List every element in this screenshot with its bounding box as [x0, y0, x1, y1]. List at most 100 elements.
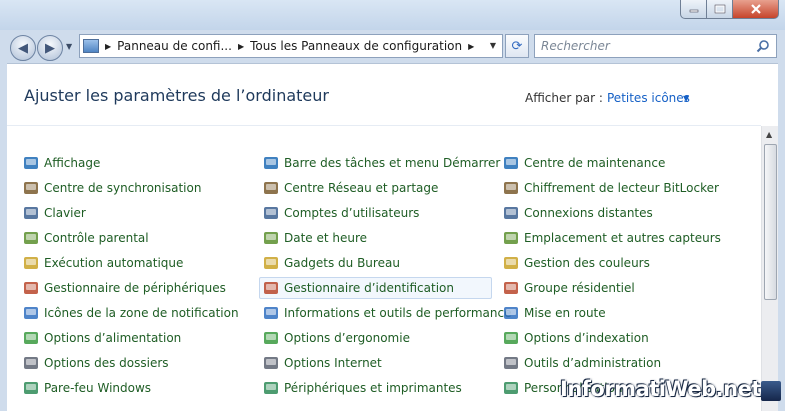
control-panel-item[interactable]: Outils d’administration [503, 352, 661, 374]
breadcrumb-chevron-icon[interactable]: ▶ [238, 42, 244, 51]
admin-tools-icon [503, 355, 519, 371]
control-panel-item[interactable]: Connexions distantes [503, 202, 653, 224]
forward-button[interactable]: ▶ [37, 35, 63, 61]
control-panel-item[interactable]: Options d’alimentation [23, 327, 181, 349]
keyboard-icon [23, 205, 39, 221]
control-panel-item[interactable]: Groupe résidentiel [503, 277, 635, 299]
content-pane: Ajuster les paramètres de l’ordinateur A… [7, 63, 778, 411]
close-button[interactable] [733, 0, 779, 19]
action-center-flag-icon [503, 155, 519, 171]
user-accounts-icon [263, 205, 279, 221]
color-management-icon [503, 255, 519, 271]
autoplay-icon [23, 255, 39, 271]
control-panel-item-label: Options d’alimentation [44, 331, 182, 345]
control-panel-item-label: Pare-feu Windows [44, 381, 152, 395]
control-panel-item[interactable]: Affichage [23, 152, 100, 174]
control-panel-item[interactable]: Centre de maintenance [503, 152, 665, 174]
control-panel-item[interactable]: Comptes d’utilisateurs [263, 202, 419, 224]
control-panel-item-label: Options des dossiers [44, 356, 169, 370]
parental-control-icon [23, 230, 39, 246]
refresh-button[interactable]: ⟳ [505, 34, 529, 58]
location-sensors-icon [503, 230, 519, 246]
control-panel-item[interactable]: Contrôle parental [23, 227, 149, 249]
personalization-icon [503, 380, 519, 396]
control-panel-item-label: Centre de synchronisation [44, 181, 202, 195]
back-arrow-icon: ◀ [18, 40, 28, 56]
control-panel-item-label: Contrôle parental [44, 231, 149, 245]
address-dropdown-icon[interactable]: ▼ [490, 41, 496, 50]
control-panel-item[interactable]: Gestionnaire d’identification [259, 277, 492, 299]
bitlocker-icon [503, 180, 519, 196]
control-panel-item-label: Groupe résidentiel [524, 281, 635, 295]
control-panel-item[interactable]: Gestionnaire de périphériques [23, 277, 226, 299]
window-controls [680, 0, 779, 19]
view-by-caret-icon[interactable]: ▼ [683, 94, 689, 103]
control-panel-item[interactable]: Chiffrement de lecteur BitLocker [503, 177, 719, 199]
control-panel-item-label: Date et heure [284, 231, 368, 245]
view-by-label: Afficher par : [525, 91, 603, 105]
minimize-button[interactable] [680, 0, 707, 19]
control-panel-item[interactable]: Options d’indexation [503, 327, 649, 349]
control-panel-item-label: Centre Réseau et partage [284, 181, 439, 195]
firewall-icon [23, 380, 39, 396]
breadcrumb-chevron-icon[interactable]: ▶ [468, 42, 474, 51]
date-time-icon [263, 230, 279, 246]
control-panel-item[interactable]: Clavier [23, 202, 86, 224]
back-button[interactable]: ◀ [10, 35, 36, 61]
control-panel-item-label: Emplacement et autres capteurs [524, 231, 721, 245]
search-input[interactable]: Rechercher [541, 39, 610, 53]
control-panel-item[interactable]: Informations et outils de performance [263, 302, 511, 324]
credential-manager-icon [263, 280, 279, 296]
control-panel-item[interactable]: Exécution automatique [23, 252, 183, 274]
ease-of-access-icon [263, 330, 279, 346]
control-panel-item[interactable]: Gestion des couleurs [503, 252, 650, 274]
network-center-icon [263, 180, 279, 196]
address-bar[interactable]: ▶ Panneau de confi... ▶ Tous les Panneau… [79, 34, 503, 58]
control-panel-item[interactable]: Centre Réseau et partage [263, 177, 438, 199]
breadcrumb-all-items[interactable]: Tous les Panneaux de configuration [250, 39, 462, 53]
sync-center-icon [23, 180, 39, 196]
scrollbar-thumb[interactable] [764, 144, 777, 300]
close-icon [750, 4, 761, 14]
control-panel-item[interactable]: Barre des tâches et menu Démarrer [263, 152, 500, 174]
control-panel-item[interactable]: Pare-feu Windows [23, 377, 151, 399]
header-divider [7, 125, 761, 126]
watermark: InformatiWeb.net [560, 377, 761, 401]
vertical-scrollbar[interactable]: ▲ [761, 126, 778, 411]
maximize-button[interactable] [707, 0, 733, 19]
scroll-up-icon[interactable]: ▲ [766, 130, 772, 139]
control-panel-item-label: Outils d’administration [524, 356, 662, 370]
notification-area-icon [23, 305, 39, 321]
indexing-icon [503, 330, 519, 346]
control-panel-item[interactable]: Options des dossiers [23, 352, 169, 374]
control-panel-item[interactable]: Gadgets du Bureau [263, 252, 400, 274]
control-panel-item[interactable]: Options Internet [263, 352, 382, 374]
control-panel-item-label: Affichage [44, 156, 101, 170]
display-icon [23, 155, 39, 171]
refresh-icon: ⟳ [511, 38, 523, 54]
internet-options-icon [263, 355, 279, 371]
control-panel-item[interactable]: Centre de synchronisation [23, 177, 201, 199]
watermark-logo-icon [761, 381, 781, 401]
forward-arrow-icon: ▶ [45, 40, 55, 56]
device-manager-icon [23, 280, 39, 296]
control-panel-item[interactable]: Date et heure [263, 227, 367, 249]
control-panel-item-label: Informations et outils de performance [284, 306, 512, 320]
control-panel-item[interactable]: Options d’ergonomie [263, 327, 410, 349]
control-panel-item-label: Connexions distantes [524, 206, 653, 220]
control-panel-item[interactable]: Périphériques et imprimantes [263, 377, 462, 399]
breadcrumb-control-panel[interactable]: Panneau de confi... [117, 39, 232, 53]
recent-pages-dropdown[interactable]: ▼ [66, 42, 72, 51]
printers-icon [263, 380, 279, 396]
view-by-dropdown[interactable]: Petites icônes [607, 91, 690, 105]
control-panel-item[interactable]: Mise en route [503, 302, 606, 324]
control-panel-item-label: Barre des tâches et menu Démarrer [284, 156, 501, 170]
search-icon[interactable] [756, 39, 770, 53]
control-panel-item[interactable]: Icônes de la zone de notification [23, 302, 239, 324]
control-panel-item[interactable]: Emplacement et autres capteurs [503, 227, 721, 249]
search-box[interactable]: Rechercher [534, 34, 777, 58]
navigation-bar: ◀ ▶ ▼ ▶ Panneau de confi... ▶ Tous les P… [0, 30, 785, 62]
performance-icon [263, 305, 279, 321]
minimize-icon [689, 9, 698, 13]
breadcrumb-chevron-icon[interactable]: ▶ [105, 42, 111, 51]
